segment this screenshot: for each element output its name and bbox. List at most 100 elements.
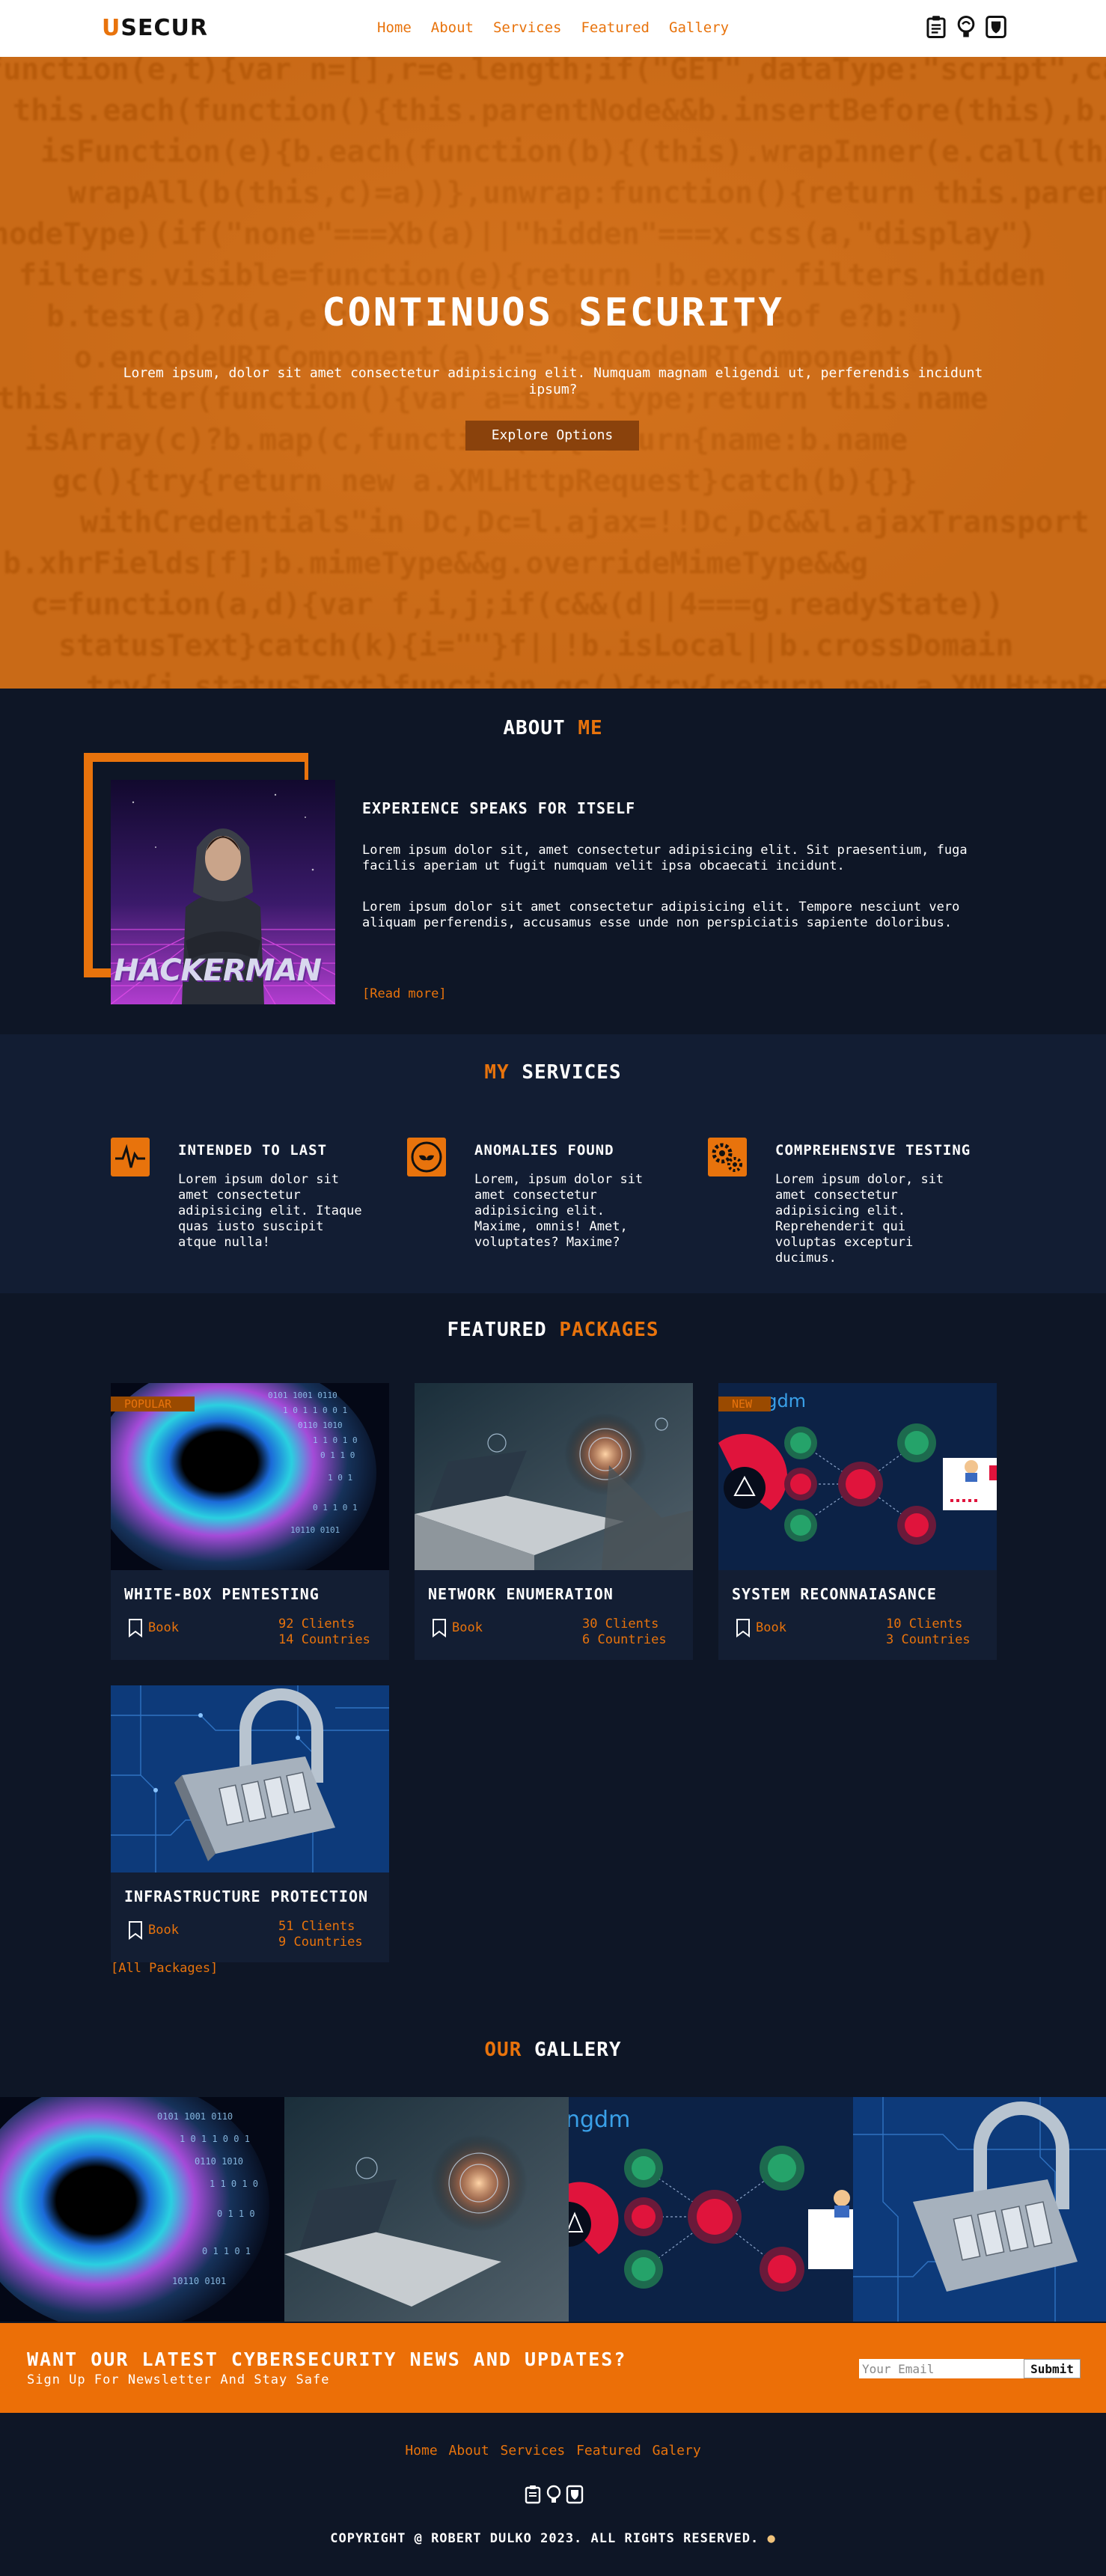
nav-link-about[interactable]: About bbox=[431, 19, 474, 36]
service-text: Lorem ipsum dolor, sit amet consectetur … bbox=[775, 1172, 944, 1266]
svg-text:0101 1001 0110: 0101 1001 0110 bbox=[268, 1391, 337, 1400]
svg-text:0 1 1 0: 0 1 1 0 bbox=[320, 1450, 355, 1460]
clients-count: 51 Clients bbox=[278, 1919, 355, 1934]
gallery-image-padlock[interactable] bbox=[853, 2097, 1106, 2322]
about-subtitle: EXPERIENCE SPEAKS FOR ITSELF bbox=[362, 799, 636, 817]
package-card[interactable]: 0101 1001 0110 1 0 1 1 0 0 1 0110 1010 1 1 … bbox=[111, 1383, 389, 1660]
svg-text:0110 1010: 0110 1010 bbox=[298, 1420, 343, 1430]
bookmark-icon bbox=[433, 1619, 446, 1638]
service-title: INTENDED TO LAST bbox=[178, 1142, 328, 1159]
svg-text:1 0 1 1 0 0 1: 1 0 1 1 0 0 1 bbox=[180, 2134, 250, 2144]
footer-link-services[interactable]: Services bbox=[501, 2443, 566, 2459]
submit-button[interactable]: Submit bbox=[1024, 2359, 1081, 2378]
clipboard-icon[interactable] bbox=[524, 2485, 542, 2504]
package-card[interactable]: NETWORK ENUMERATION Book 30 Clients 6 Cou… bbox=[415, 1383, 693, 1660]
clipboard-icon[interactable] bbox=[925, 15, 947, 39]
package-stats: 30 Clients 6 Countries bbox=[582, 1617, 679, 1648]
nav-link-home[interactable]: Home bbox=[377, 19, 412, 36]
service-text: Lorem ipsum dolor sit amet consectetur a… bbox=[178, 1172, 362, 1250]
brain-bulb-icon[interactable] bbox=[955, 15, 977, 39]
brain-bulb-icon[interactable] bbox=[545, 2485, 563, 2504]
about-section: ABOUT ME HACKERMAN EXPERIENCE SPEAKS FOR… bbox=[0, 689, 1106, 1034]
copyright-text: COPYRIGHT @ ROBERT DULKO 2023. ALL RIGHT… bbox=[330, 2531, 760, 2546]
hero-title: CONTINUOS SECURITY bbox=[322, 290, 784, 335]
package-title: SYSTEM RECONNAIASANCE bbox=[732, 1585, 937, 1603]
gallery-image-network[interactable]: ngdm bbox=[569, 2097, 853, 2322]
shield-square-icon[interactable] bbox=[985, 15, 1007, 39]
package-stats: 51 Clients 9 Countries bbox=[278, 1919, 376, 1950]
packages-section: FEATURED PACKAGES 0101 1001 0110 1 0 1 1 … bbox=[0, 1293, 1106, 2028]
book-label: Book bbox=[756, 1620, 786, 1635]
shield-square-icon[interactable] bbox=[566, 2485, 584, 2504]
book-label: Book bbox=[148, 1620, 179, 1635]
service-title: ANOMALIES FOUND bbox=[474, 1142, 614, 1159]
gallery-image-eye[interactable]: 0101 1001 0110 1 0 1 1 0 0 1 0110 1010 1 1 … bbox=[0, 2097, 284, 2322]
about-title: ABOUT ME bbox=[503, 717, 603, 739]
package-card[interactable]: INFRASTRUCTURE PROTECTION Book 51 Client… bbox=[111, 1685, 389, 1962]
svg-text:1 1 0 1 0: 1 1 0 1 0 bbox=[313, 1435, 358, 1445]
about-paragraph-1: Lorem ipsum dolor sit, amet consectetur … bbox=[362, 843, 968, 873]
book-button[interactable]: Book bbox=[431, 1618, 483, 1638]
svg-text:1 1 0 1 0: 1 1 0 1 0 bbox=[210, 2179, 258, 2189]
gallery-title: OUR GALLERY bbox=[484, 2039, 622, 2061]
svg-text:0 1 1 0: 0 1 1 0 bbox=[217, 2209, 255, 2219]
svg-text:10110 0101: 10110 0101 bbox=[290, 1525, 340, 1535]
book-button[interactable]: Book bbox=[127, 1618, 179, 1638]
package-stats: 10 Clients 3 Countries bbox=[886, 1617, 983, 1648]
svg-text:0101 1001 0110: 0101 1001 0110 bbox=[157, 2111, 233, 2122]
bookmark-icon bbox=[129, 1921, 142, 1940]
svg-text:0 1 1 0 1: 0 1 1 0 1 bbox=[313, 1503, 358, 1513]
package-title: WHITE-BOX PENTESTING bbox=[124, 1585, 320, 1603]
newsletter-subtitle: Sign Up For Newsletter And Stay Safe bbox=[27, 2372, 330, 2387]
all-packages-link[interactable]: [All Packages] bbox=[111, 1961, 218, 1976]
svg-text:1 0 1: 1 0 1 bbox=[328, 1473, 352, 1483]
package-image-laptop bbox=[415, 1383, 693, 1570]
package-image-padlock bbox=[111, 1685, 389, 1873]
package-stats: 92 Clients 14 Countries bbox=[278, 1617, 376, 1648]
newsletter-title: WANT OUR LATEST CYBERSECURITY NEWS AND U… bbox=[27, 2348, 627, 2370]
gallery-image-laptop[interactable] bbox=[284, 2097, 569, 2322]
service-text: Lorem, ipsum dolor sit amet consectetur … bbox=[474, 1172, 644, 1250]
footer: Home About Services Featured Galery COPY… bbox=[0, 2413, 1106, 2576]
svg-text:10110 0101: 10110 0101 bbox=[172, 2276, 226, 2286]
svg-text:1 0 1 1 0 0 1: 1 0 1 1 0 0 1 bbox=[283, 1405, 347, 1415]
top-navbar: USECUR Home About Services Featured Gall… bbox=[0, 0, 1106, 57]
hero-text: Lorem ipsum, dolor sit amet consectetur … bbox=[123, 365, 983, 397]
svg-text:0110 1010: 0110 1010 bbox=[195, 2156, 243, 2167]
bookmark-icon bbox=[129, 1619, 142, 1638]
pulse-icon bbox=[111, 1138, 150, 1176]
countries-count: 14 Countries bbox=[278, 1632, 370, 1647]
countries-count: 9 Countries bbox=[278, 1935, 363, 1950]
footer-icons bbox=[524, 2485, 584, 2504]
book-button[interactable]: Book bbox=[735, 1618, 786, 1638]
book-button[interactable]: Book bbox=[127, 1920, 179, 1940]
footer-link-about[interactable]: About bbox=[449, 2443, 489, 2459]
email-field[interactable] bbox=[859, 2359, 1024, 2378]
nav-link-featured[interactable]: Featured bbox=[581, 19, 650, 36]
service-title: COMPREHENSIVE TESTING bbox=[775, 1142, 971, 1159]
nav-link-services[interactable]: Services bbox=[493, 19, 562, 36]
profile-photo: HACKERMAN bbox=[111, 780, 335, 1004]
site-logo[interactable]: USECUR bbox=[102, 15, 208, 41]
footer-link-featured[interactable]: Featured bbox=[576, 2443, 641, 2459]
nav-menu: Home About Services Featured Gallery bbox=[377, 19, 729, 36]
read-more-link[interactable]: [Read more] bbox=[362, 986, 447, 1001]
popular-badge: POPULAR bbox=[111, 1397, 195, 1411]
explore-options-button[interactable]: Explore Options bbox=[465, 421, 639, 451]
footer-link-gallery[interactable]: Galery bbox=[653, 2443, 701, 2459]
clients-count: 30 Clients bbox=[582, 1617, 659, 1632]
about-paragraph-2: Lorem ipsum dolor sit amet consectetur a… bbox=[362, 900, 960, 930]
new-badge: NEW bbox=[718, 1397, 771, 1411]
alien-icon bbox=[407, 1138, 446, 1176]
package-card[interactable]: ngdm NEW SYSTEM RECONNAIASANCE Book 10 C… bbox=[718, 1383, 997, 1660]
package-title: NETWORK ENUMERATION bbox=[428, 1585, 614, 1603]
nav-link-gallery[interactable]: Gallery bbox=[669, 19, 729, 36]
hero-section: function(e,t){var n=[],r=e.length;if("GE… bbox=[0, 57, 1106, 689]
gallery-section: OUR GALLERY 0101 1001 0110 1 0 1 1 0 0 10… bbox=[0, 2028, 1106, 2323]
footer-links: Home About Services Featured Galery bbox=[0, 2443, 1106, 2459]
svg-text:0 1 1 0 1: 0 1 1 0 1 bbox=[202, 2246, 251, 2256]
hackerman-caption: HACKERMAN bbox=[114, 953, 322, 988]
footer-link-home[interactable]: Home bbox=[405, 2443, 437, 2459]
packages-title: FEATURED PACKAGES bbox=[447, 1319, 659, 1341]
brand-fragment: ngdm bbox=[569, 2107, 630, 2133]
